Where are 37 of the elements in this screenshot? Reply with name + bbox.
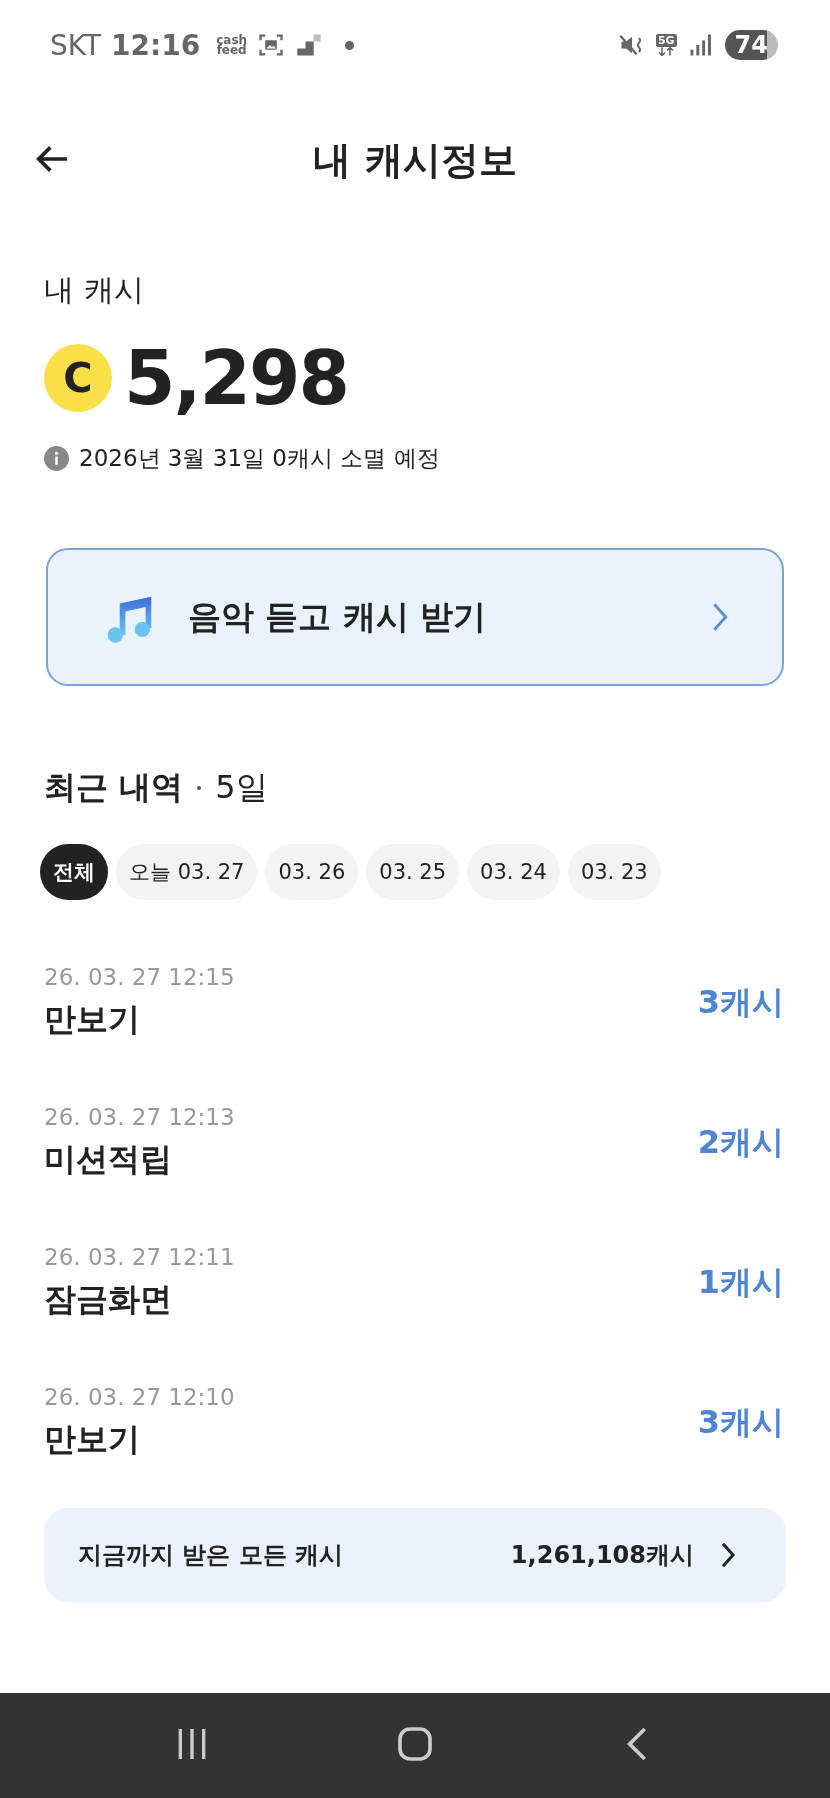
transaction-title: 만보기: [44, 999, 141, 1040]
date-filter-chip[interactable]: 전체: [40, 844, 108, 900]
balance-amount: 5,298: [124, 335, 349, 421]
date-filter-chip[interactable]: 03. 26: [265, 844, 359, 900]
transaction-title: 잠금화면: [44, 1279, 173, 1320]
total-cash-button[interactable]: 지금까지 받은 모든 캐시 1,261,108캐시: [44, 1508, 786, 1602]
transaction-amount: 1캐시: [697, 1262, 784, 1303]
transaction-time: 26. 03. 27 12:15: [44, 964, 235, 990]
transaction-time: 26. 03. 27 12:11: [44, 1244, 235, 1270]
app-notification-icon: cash feed: [216, 34, 248, 56]
coin-icon: C: [44, 344, 112, 412]
transaction-title: 미션적립: [44, 1139, 173, 1180]
battery-indicator: 74: [724, 30, 778, 60]
home-icon: [395, 1724, 435, 1764]
transaction-title: 만보기: [44, 1419, 141, 1460]
transaction-time: 26. 03. 27 12:13: [44, 1104, 235, 1130]
day-count: 5일: [215, 767, 268, 808]
notification-dot: [345, 40, 355, 50]
music-cash-button[interactable]: 음악 듣고 캐시 받기: [46, 548, 784, 686]
transaction-amount: 2캐시: [697, 1122, 784, 1163]
info-icon: [44, 446, 69, 471]
carrier-name: SKT: [50, 28, 102, 62]
date-filter-chip[interactable]: 03. 25: [366, 844, 460, 900]
balance-label: 내 캐시: [44, 271, 145, 309]
transaction-amount: 3캐시: [697, 982, 784, 1023]
section-title: 최근 내역: [44, 767, 184, 808]
chevron-right-icon: [720, 1540, 736, 1570]
page-title: 내 캐시정보: [313, 136, 517, 184]
transaction-time: 26. 03. 27 12:10: [44, 1384, 235, 1410]
status-time: 12:16: [111, 28, 201, 62]
transaction-amount: 3캐시: [697, 1402, 784, 1443]
network-type: 5G: [655, 33, 677, 48]
date-filter-chip[interactable]: 03. 23: [567, 844, 661, 900]
expiry-notice: 2026년 3월 31일 0캐시 소멸 예정: [79, 444, 440, 473]
date-filter-chip[interactable]: 오늘 03. 27: [116, 844, 258, 900]
separator-dot: [197, 786, 202, 790]
date-filter-chip[interactable]: 03. 24: [467, 844, 560, 900]
